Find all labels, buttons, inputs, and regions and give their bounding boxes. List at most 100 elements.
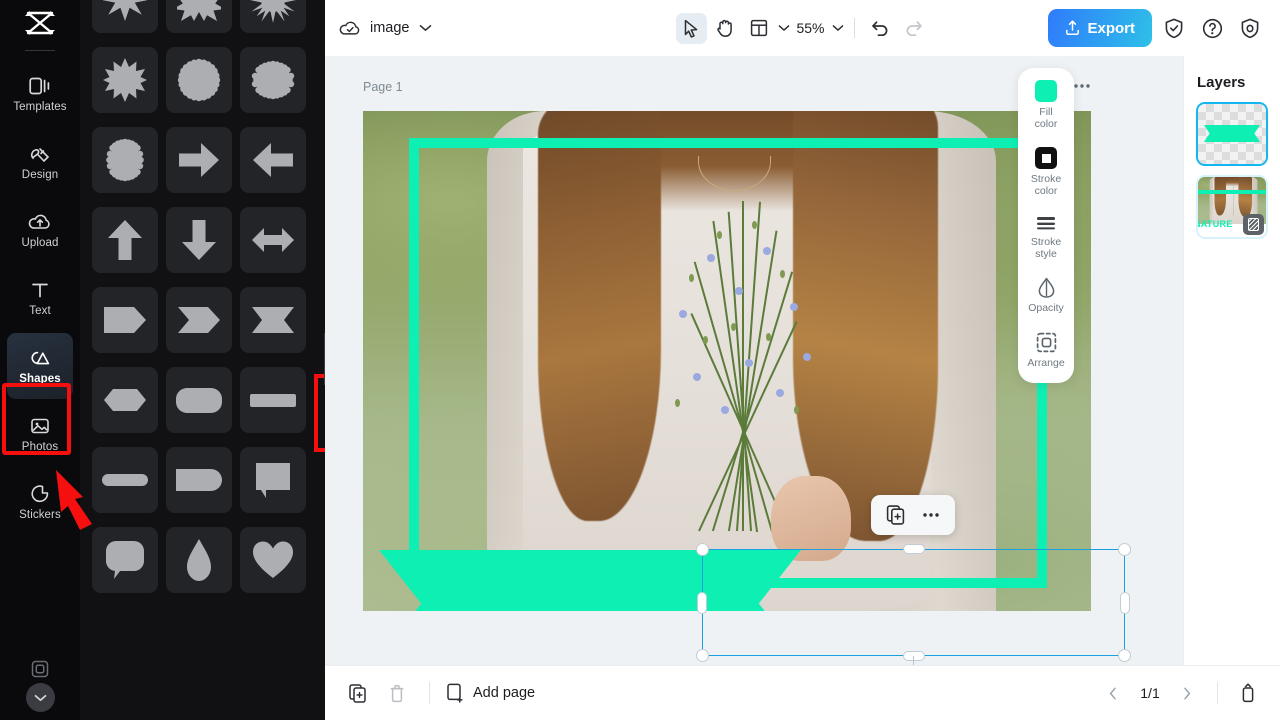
more-options-icon[interactable] <box>922 512 940 518</box>
sidebar-item-label: Design <box>21 168 59 181</box>
shape-tile-seal-scalloped-circle[interactable] <box>166 47 232 113</box>
sidebar-item-photos[interactable]: Photos <box>7 401 73 467</box>
chevron-banner-right-icon <box>178 307 220 333</box>
shape-context-menu <box>871 495 955 535</box>
duplicate-page-button[interactable] <box>341 677 373 709</box>
panel-collapse-handle[interactable] <box>324 333 325 385</box>
artboard-page[interactable] <box>363 111 1091 611</box>
add-page-label: Add page <box>473 685 536 701</box>
trash-icon <box>390 684 404 702</box>
sidebar-item-stickers[interactable]: Stickers <box>7 469 73 535</box>
shape-tile-bar-rounded-thin[interactable] <box>92 447 158 513</box>
shape-tile-heart[interactable] <box>240 527 306 593</box>
shape-tile-arrow-up[interactable] <box>92 207 158 273</box>
arrange-button[interactable]: Arrange <box>1018 332 1074 370</box>
notes-button[interactable] <box>1232 677 1264 709</box>
add-page-button[interactable]: Add page <box>446 683 535 703</box>
chevron-down-icon <box>34 694 46 701</box>
redo-button[interactable] <box>899 13 930 44</box>
resize-handle-bottom-left[interactable] <box>696 649 709 662</box>
shape-tile-pentagon-banner-right[interactable] <box>92 287 158 353</box>
shape-tile-arrow-double-horizontal[interactable] <box>240 207 306 273</box>
arrow-right-icon <box>179 143 219 177</box>
arrange-label: Arrange <box>1027 356 1065 369</box>
capcut-logo-icon <box>25 11 55 35</box>
layout-tool-button[interactable] <box>743 13 774 44</box>
stroke-style-button[interactable]: Stroke style <box>1018 214 1074 260</box>
shape-tile-rounded-rectangle-wide[interactable] <box>166 367 232 433</box>
shape-tile-speech-bubble-square[interactable] <box>240 447 306 513</box>
settings-button[interactable] <box>1234 12 1266 44</box>
export-button[interactable]: Export <box>1048 9 1152 47</box>
chevron-down-icon[interactable] <box>419 24 432 32</box>
sidebar-item-upload[interactable]: Upload <box>7 197 73 263</box>
undo-button[interactable] <box>865 13 896 44</box>
zoom-level-value[interactable]: 55% <box>792 20 828 36</box>
shape-tile-arrow-down[interactable] <box>166 207 232 273</box>
starburst-icon <box>250 0 296 23</box>
shape-tile-starburst-many-point[interactable] <box>240 0 306 33</box>
shape-tile-hexagon-flat[interactable] <box>92 367 158 433</box>
bar-rectangle-icon <box>250 393 296 407</box>
sidebar-item-text[interactable]: Text <box>7 265 73 331</box>
resize-handle-top-right[interactable] <box>1118 543 1131 556</box>
shape-tile-seal-scalloped-oval-tall[interactable] <box>92 127 158 193</box>
shape-tile-speech-bubble-round[interactable] <box>92 527 158 593</box>
shield-check-button[interactable] <box>1158 12 1190 44</box>
frame-icon[interactable] <box>30 659 50 679</box>
layer-item-ribbon-shape[interactable] <box>1196 102 1268 166</box>
shape-tile-rounded-rect-right[interactable] <box>166 447 232 513</box>
zoom-chevron-down-icon[interactable] <box>832 24 844 32</box>
design-icon <box>30 147 50 162</box>
stroke-color-button[interactable]: Stroke color <box>1018 147 1074 197</box>
shape-tile-arrow-left[interactable] <box>240 127 306 193</box>
prev-page-button[interactable] <box>1097 677 1129 709</box>
undo-icon <box>872 20 888 36</box>
resize-handle-bottom-right[interactable] <box>1118 649 1131 662</box>
fill-color-button[interactable]: Fill color <box>1018 80 1074 130</box>
sidebar-item-design[interactable]: Design <box>7 129 73 195</box>
more-options-icon[interactable] <box>1073 83 1091 89</box>
shape-tile-star-12-point[interactable] <box>92 47 158 113</box>
heart-icon <box>253 541 293 578</box>
shape-tile-bar-rectangle[interactable] <box>240 367 306 433</box>
duplicate-icon[interactable] <box>886 505 905 525</box>
help-button[interactable] <box>1196 12 1228 44</box>
templates-icon <box>29 77 50 94</box>
stroke-style-icon <box>1037 217 1055 230</box>
top-toolbar: image 55% Export <box>325 0 1280 56</box>
cloud-check-icon[interactable] <box>339 18 361 38</box>
notes-icon <box>1242 683 1254 703</box>
photos-icon <box>31 418 49 433</box>
bar-rounded-icon <box>102 474 148 486</box>
export-label: Export <box>1087 19 1135 37</box>
hand-tool-button[interactable] <box>709 13 740 44</box>
add-page-icon <box>447 683 463 703</box>
delete-page-button[interactable] <box>381 677 413 709</box>
sidebar-item-templates[interactable]: Templates <box>7 61 73 127</box>
opacity-button[interactable]: Opacity <box>1018 277 1074 315</box>
scalloped-oval-tall-icon <box>106 138 144 182</box>
document-title[interactable]: image <box>370 20 410 36</box>
shape-tile-star-8-point[interactable] <box>92 0 158 33</box>
ribbon-banner-icon <box>252 307 294 333</box>
layout-chevron-down-icon[interactable] <box>777 24 789 32</box>
resize-handle-middle-right[interactable] <box>1120 591 1130 614</box>
shape-tile-chevron-banner-right[interactable] <box>166 287 232 353</box>
sidebar-expand-button[interactable] <box>25 683 55 712</box>
sidebar-item-shapes[interactable]: Shapes <box>7 333 73 399</box>
shapes-grid <box>92 0 313 593</box>
layer-item-photo[interactable]: NATURE <box>1196 175 1268 239</box>
canvas-area[interactable]: Page 1 Fill color Stroke color Stroke st… <box>325 56 1183 665</box>
shape-tile-ribbon-banner[interactable] <box>240 287 306 353</box>
shape-tile-arrow-right[interactable] <box>166 127 232 193</box>
shape-tile-seal-scalloped-oval-wide[interactable] <box>240 47 306 113</box>
app-logo[interactable] <box>0 0 80 46</box>
select-tool-button[interactable] <box>675 12 707 44</box>
ribbon-banner-shape[interactable] <box>379 550 801 611</box>
upload-cloud-icon <box>28 214 50 229</box>
arrow-up-icon <box>108 220 142 260</box>
shape-tile-star-10-point[interactable] <box>166 0 232 33</box>
shape-tile-teardrop[interactable] <box>166 527 232 593</box>
next-page-button[interactable] <box>1171 677 1203 709</box>
